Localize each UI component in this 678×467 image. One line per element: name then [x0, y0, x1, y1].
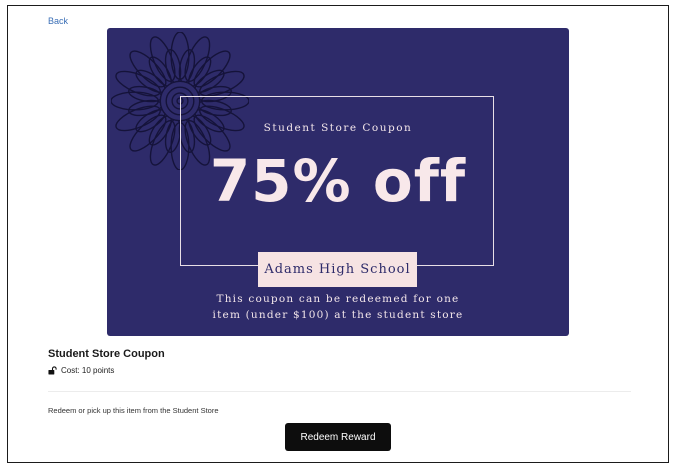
coupon-subtitle: Student Store Coupon [263, 122, 413, 134]
coupon-note: This coupon can be redeemed for one item… [107, 291, 569, 323]
coupon-note-line-1: This coupon can be redeemed for one [216, 293, 460, 305]
coupon-discount: 75% off [209, 147, 467, 215]
back-link[interactable]: Back [48, 16, 68, 26]
coupon-image: Student Store Coupon 75% off Adams High … [107, 28, 569, 336]
divider [48, 391, 631, 392]
school-name-banner: Adams High School [258, 252, 417, 287]
item-title: Student Store Coupon [48, 348, 165, 360]
redeem-instructions: Redeem or pick up this item from the Stu… [48, 406, 219, 415]
redeem-reward-button[interactable]: Redeem Reward [285, 423, 391, 451]
cost-text: Cost: 10 points [61, 366, 115, 375]
cost-row: Cost: 10 points [48, 366, 114, 375]
coupon-note-line-2: item (under $100) at the student store [212, 309, 464, 321]
unlock-icon [48, 366, 57, 375]
school-name: Adams High School [264, 262, 411, 277]
